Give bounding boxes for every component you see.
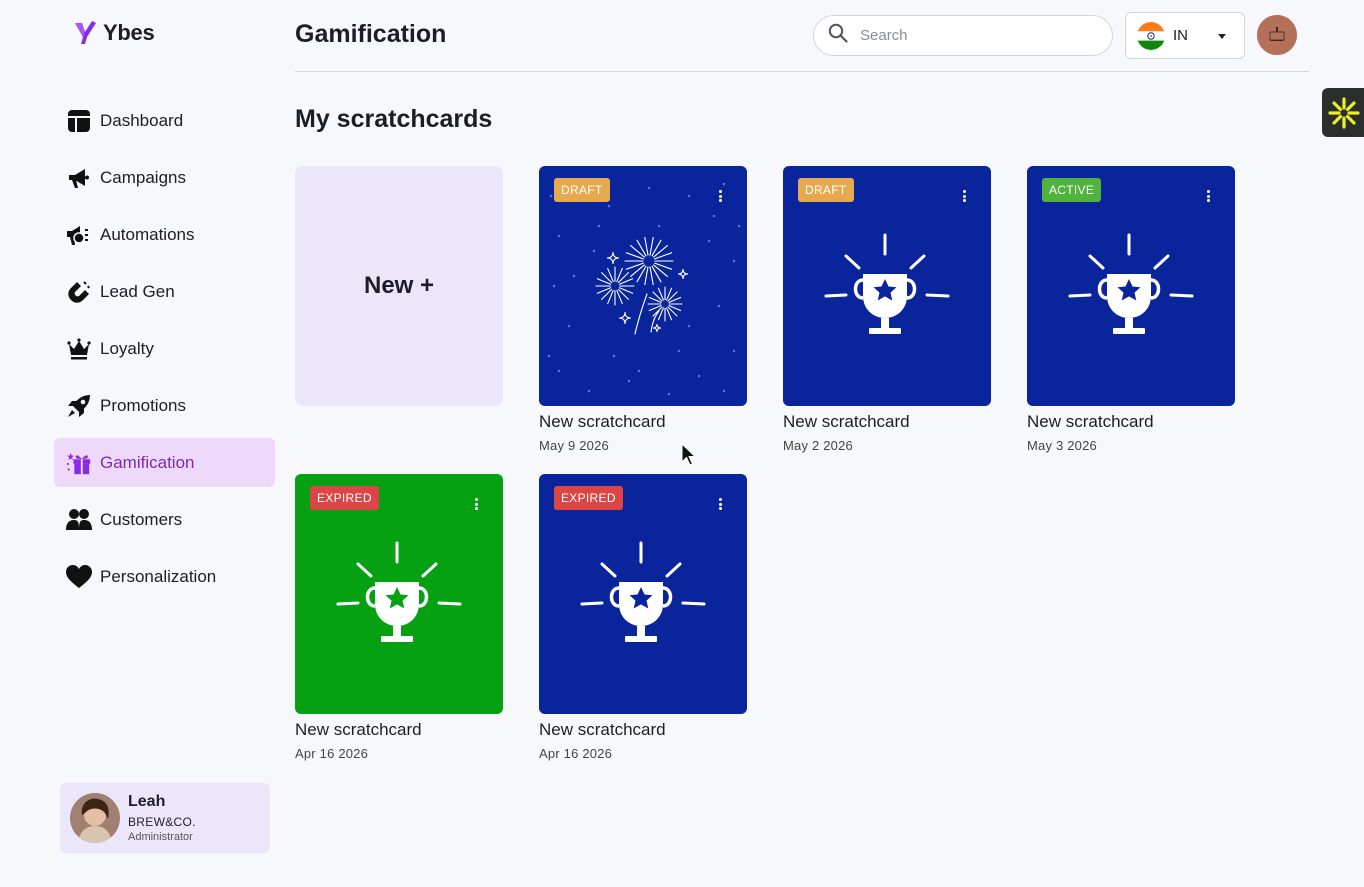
more-options-icon[interactable] [719, 190, 723, 202]
user-role: Administrator [128, 831, 193, 843]
mouse-cursor-icon [681, 443, 697, 466]
country-code: IN [1173, 27, 1188, 44]
scratchcard-title: New scratchcard [539, 720, 666, 739]
sidebar-item-label: Automations [100, 224, 195, 244]
sidebar-nav: Dashboard Campaigns Automations Lead Gen… [54, 96, 275, 609]
users-icon [66, 507, 92, 533]
country-selector[interactable]: IN [1125, 12, 1245, 59]
scratchcard-thumbnail[interactable]: ACTIVE [1027, 166, 1235, 406]
app-name: Ybes [103, 20, 155, 45]
sidebar-item-label: Promotions [100, 395, 186, 415]
scratchcard-date: May 9 2026 [539, 438, 609, 453]
gift-icon [66, 450, 92, 476]
sidebar-item-label: Lead Gen [100, 281, 175, 301]
scratchcard-thumbnail[interactable]: DRAFT [783, 166, 991, 406]
sidebar-item-promotions[interactable]: Promotions [54, 381, 275, 430]
page-title: Gamification [295, 20, 447, 48]
account-avatar[interactable] [1257, 15, 1297, 55]
scratchcard-date: May 2 2026 [783, 438, 853, 453]
sidebar-item-gamification[interactable]: Gamification [54, 438, 275, 487]
status-badge: EXPIRED [554, 486, 623, 510]
scratchcard-item[interactable]: EXPIRED New scratchcard Apr 16 2026 [539, 474, 747, 761]
dashboard-icon [66, 108, 92, 134]
ybes-logo-icon [75, 21, 96, 44]
scratchcard-item[interactable]: EXPIRED New scratchcard Apr 16 2026 [295, 474, 503, 761]
status-badge: EXPIRED [310, 486, 379, 510]
scratchcard-thumbnail[interactable]: EXPIRED [539, 474, 747, 714]
scratchcard-title: New scratchcard [1027, 412, 1154, 431]
search-box[interactable] [813, 15, 1113, 56]
new-scratchcard-button[interactable]: New + [295, 166, 503, 406]
more-options-icon[interactable] [963, 190, 967, 202]
sparkle-icon [1328, 96, 1360, 129]
sidebar-item-customers[interactable]: Customers [54, 495, 275, 544]
more-options-icon[interactable] [475, 498, 479, 510]
scratchcard-thumbnail[interactable]: DRAFT [539, 166, 747, 406]
sidebar-item-label: Campaigns [100, 167, 186, 187]
megaphone-icon [66, 165, 92, 191]
user-name: Leah [128, 793, 166, 810]
scratchcard-item[interactable]: DRAFT New scratchcard May 2 2026 [783, 166, 991, 453]
avatar [70, 793, 120, 843]
crown-icon [66, 336, 92, 362]
scratchcard-date: Apr 16 2026 [295, 746, 369, 761]
search-input[interactable] [860, 27, 1080, 44]
chevron-down-icon [1218, 34, 1226, 39]
sidebar-item-automations[interactable]: Automations [54, 210, 275, 259]
section-title: My scratchcards [295, 105, 493, 133]
status-badge: DRAFT [798, 178, 854, 202]
sidebar-item-personalization[interactable]: Personalization [54, 552, 275, 601]
scratchcard-date: May 3 2026 [1027, 438, 1097, 453]
sidebar-item-label: Loyalty [100, 338, 154, 358]
magnet-icon [66, 279, 92, 305]
sidebar-item-label: Gamification [100, 452, 195, 472]
automations-icon [66, 222, 92, 248]
india-flag-icon [1137, 21, 1165, 50]
header-divider [295, 71, 1309, 72]
status-badge: ACTIVE [1042, 178, 1102, 202]
scratchcard-title: New scratchcard [295, 720, 422, 739]
search-icon [828, 23, 848, 48]
scratchcard-thumbnail[interactable]: EXPIRED [295, 474, 503, 714]
app-logo[interactable]: Ybes [73, 20, 155, 46]
scratchcard-item[interactable]: ACTIVE New scratchcard May 3 2026 [1027, 166, 1235, 453]
sidebar-item-lead-gen[interactable]: Lead Gen [54, 267, 275, 316]
sidebar-item-label: Dashboard [100, 110, 184, 130]
sidebar-item-label: Personalization [100, 566, 217, 586]
scratchcard-title: New scratchcard [539, 412, 666, 431]
more-options-icon[interactable] [1207, 190, 1211, 202]
scratchcard-item[interactable]: DRAFT New scratchcard May 9 2026 [539, 166, 747, 453]
scratchcard-title: New scratchcard [783, 412, 910, 431]
more-options-icon[interactable] [719, 498, 723, 510]
user-company: BREW&CO. [128, 815, 196, 829]
sidebar-item-label: Customers [100, 509, 183, 529]
user-profile-card[interactable]: Leah BREW&CO. Administrator [60, 783, 270, 853]
status-badge: DRAFT [554, 178, 610, 202]
heart-icon [66, 564, 92, 590]
sparkle-widget-button[interactable] [1322, 88, 1364, 137]
sidebar-item-loyalty[interactable]: Loyalty [54, 324, 275, 373]
rocket-icon [66, 393, 92, 419]
sidebar-item-dashboard[interactable]: Dashboard [54, 96, 275, 145]
scratchcard-date: Apr 16 2026 [539, 746, 613, 761]
sidebar-item-campaigns[interactable]: Campaigns [54, 153, 275, 202]
